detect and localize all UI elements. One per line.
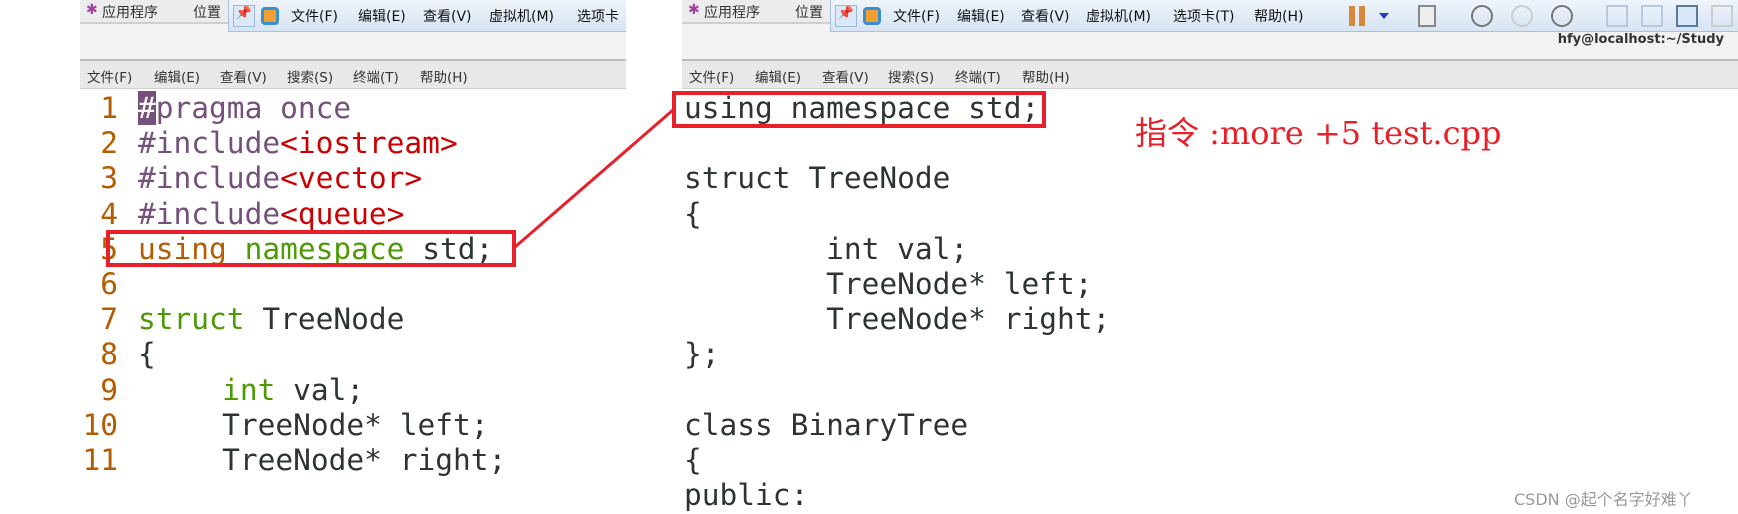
command-annotation: 指令 :more +5 test.cpp bbox=[1135, 114, 1502, 152]
connector-line bbox=[514, 108, 674, 249]
connector-line-stroke bbox=[514, 108, 674, 249]
csdn-watermark: CSDN @起个名字好难丫 bbox=[1514, 490, 1693, 509]
